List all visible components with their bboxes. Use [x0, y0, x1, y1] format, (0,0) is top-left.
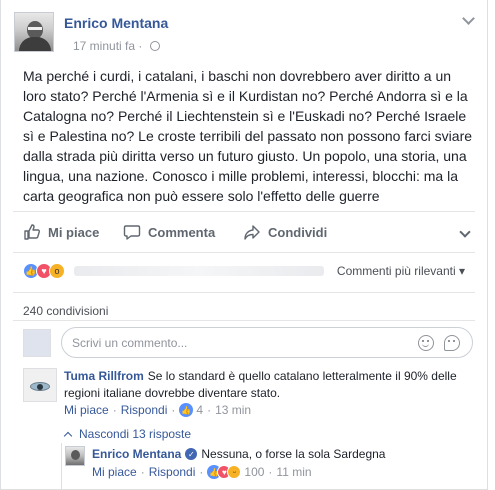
divider [13, 211, 475, 212]
like-label: Mi piace [48, 224, 100, 240]
post-text: Ma perché i curdi, i catalani, i baschi … [23, 68, 473, 204]
share-arrow-icon [244, 225, 260, 240]
author-name[interactable]: Enrico Mentana [64, 15, 168, 31]
share-label: Condividi [268, 224, 328, 240]
share-button[interactable]: Condividi [243, 219, 327, 245]
globe-icon [149, 41, 160, 51]
reply: Enrico Mentana ✓ Nessuna, o forse la sol… [92, 447, 385, 461]
comment-like-link[interactable]: Mi piace [64, 403, 109, 417]
comment-input[interactable]: Scrivi un commento... [61, 327, 473, 358]
reply-actions: Mi piace · Rispondi · 👍 ♥ ᵕ 100 · 11 min [92, 465, 312, 479]
reply-like-link[interactable]: Mi piace [92, 465, 137, 479]
divider [13, 320, 475, 321]
blurred-reactors [74, 266, 324, 276]
post-options-chevron-icon[interactable] [462, 12, 475, 25]
separator: · [112, 403, 117, 417]
commenter-avatar[interactable] [23, 368, 57, 402]
comment: Tuma Rillfrom Se lo standard è quello cat… [64, 368, 474, 402]
sticker-icon[interactable] [444, 335, 460, 351]
viewer-avatar [23, 329, 51, 357]
comments-filter-dropdown[interactable]: Commenti più rilevanti ▾ [337, 264, 465, 278]
comment-button[interactable]: Commenta [123, 219, 215, 245]
reply-author-name[interactable]: Enrico Mentana [92, 447, 181, 461]
like-reaction-icon: 👍 [179, 403, 194, 417]
meta-separator: · [138, 39, 143, 53]
reply-author-avatar[interactable] [65, 446, 85, 466]
share-menu-chevron-icon[interactable] [459, 226, 471, 238]
separator: · [199, 465, 204, 479]
like-button[interactable]: Mi piace [23, 219, 99, 245]
wow-reaction-icon: o [49, 263, 65, 279]
author-avatar[interactable] [14, 12, 54, 52]
haha-reaction-icon: ᵕ [227, 465, 242, 479]
separator: · [171, 403, 176, 417]
thumbs-up-icon [24, 224, 40, 240]
hide-replies-label: Nascondi 13 risposte [79, 427, 192, 441]
reply-time[interactable]: 11 min [276, 465, 311, 479]
divider [13, 252, 475, 253]
verified-badge-icon: ✓ [185, 448, 198, 460]
emoji-icon[interactable] [418, 335, 434, 351]
speech-bubble-icon [123, 225, 141, 240]
comment-reply-link[interactable]: Rispondi [121, 403, 168, 417]
post-actions: Mi piace Commenta Condividi [23, 219, 473, 245]
comment-time[interactable]: 13 min [215, 403, 251, 417]
divider [13, 292, 475, 293]
reply-thread-line [61, 443, 62, 490]
separator: · [207, 403, 212, 417]
reactions-summary[interactable]: 👍 ♥ o [23, 262, 324, 280]
separator: · [140, 465, 145, 479]
commenter-name[interactable]: Tuma Rillfrom [64, 369, 144, 383]
reply-reaction-count[interactable]: 100 [244, 465, 264, 479]
comment-input-placeholder: Scrivi un commento... [72, 336, 188, 350]
comment-reaction-count[interactable]: 4 [196, 403, 203, 417]
hide-replies-link[interactable]: Nascondi 13 risposte [63, 427, 192, 441]
chevron-up-icon [63, 431, 73, 440]
post-card: Enrico Mentana 17 minuti fa · Ma perché … [0, 0, 488, 490]
shares-count[interactable]: 240 condivisioni [23, 304, 108, 318]
post-meta: 17 minuti fa · [73, 39, 160, 53]
comment-actions: Mi piace · Rispondi · 👍 4 · 13 min [64, 403, 251, 417]
separator: · [268, 465, 273, 479]
post-time[interactable]: 17 minuti fa [73, 39, 135, 53]
reply-reply-link[interactable]: Rispondi [149, 465, 196, 479]
comment-label: Commenta [148, 224, 216, 240]
reply-text: Nessuna, o forse la sola Sardegna [201, 447, 386, 461]
